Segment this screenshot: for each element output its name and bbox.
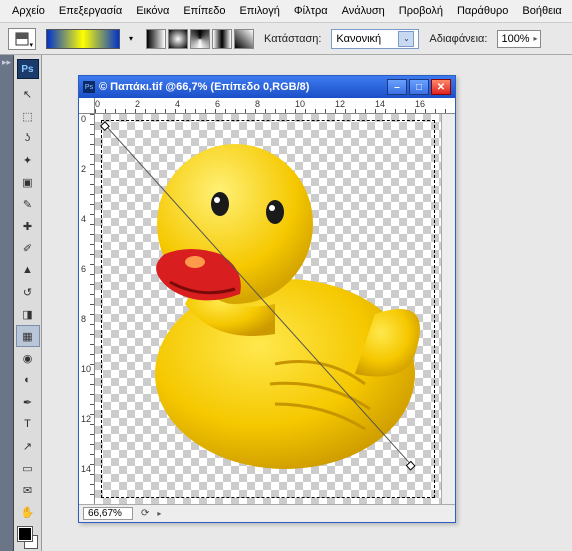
minimize-button[interactable]: – bbox=[387, 79, 407, 95]
ruler-tick: 12 bbox=[335, 99, 345, 109]
pen-tool[interactable]: ✒ bbox=[16, 391, 40, 413]
foreground-swatch[interactable] bbox=[18, 527, 32, 541]
gradient-radial-button[interactable] bbox=[168, 29, 188, 49]
opacity-label: Αδιαφάνεια: bbox=[429, 33, 487, 45]
ruler-tick: 10 bbox=[81, 364, 91, 374]
status-bar: 66,67% ⟳ ▸ bbox=[79, 504, 455, 522]
ruler-tick: 0 bbox=[95, 99, 100, 109]
dodge-tool[interactable]: ◐ bbox=[16, 369, 40, 391]
hand-tool[interactable]: ✋ bbox=[16, 501, 40, 523]
menu-window[interactable]: Παράθυρο bbox=[451, 3, 514, 19]
stamp-tool[interactable]: ▲ bbox=[16, 259, 40, 281]
options-bar: Κατάσταση: Κανονική ⌄ Αδιαφάνεια: 100% ▸ bbox=[0, 23, 572, 55]
gradient-diamond-button[interactable] bbox=[234, 29, 254, 49]
maximize-button[interactable]: □ bbox=[409, 79, 429, 95]
zoom-field[interactable]: 66,67% bbox=[83, 507, 133, 520]
gradient-angle-button[interactable] bbox=[190, 29, 210, 49]
ruler-tick: 8 bbox=[81, 314, 86, 324]
color-swatches[interactable] bbox=[16, 525, 40, 549]
ruler-tick: 6 bbox=[215, 99, 220, 109]
menu-layer[interactable]: Επίπεδο bbox=[177, 3, 231, 19]
menu-edit[interactable]: Επεξεργασία bbox=[53, 3, 128, 19]
path-tool[interactable]: ↗ bbox=[16, 435, 40, 457]
tool-preset-picker[interactable] bbox=[8, 28, 36, 50]
move-tool[interactable]: ↖ bbox=[16, 83, 40, 105]
ruler-tick: 14 bbox=[81, 464, 91, 474]
canvas[interactable] bbox=[95, 114, 441, 504]
arrow-right-icon: ▸ bbox=[533, 34, 537, 43]
ruler-tick: 0 bbox=[81, 114, 86, 124]
brush-tool[interactable]: ✐ bbox=[16, 237, 40, 259]
menu-bar: Αρχείο Επεξεργασία Εικόνα Επίπεδο Επιλογ… bbox=[0, 0, 572, 23]
menu-help[interactable]: Βοήθεια bbox=[516, 3, 567, 19]
eraser-tool[interactable]: ◨ bbox=[16, 303, 40, 325]
document-title: © Παπάκι.tif @66,7% (Επίπεδο 0,RGB/8) bbox=[99, 81, 383, 93]
menu-file[interactable]: Αρχείο bbox=[6, 3, 51, 19]
opacity-value: 100% bbox=[501, 33, 529, 45]
shape-tool[interactable]: ▭ bbox=[16, 457, 40, 479]
blend-mode-value: Κανονική bbox=[336, 33, 381, 45]
ruler-tick: 12 bbox=[81, 414, 91, 424]
menu-select[interactable]: Επιλογή bbox=[233, 3, 285, 19]
titlebar[interactable]: Ps © Παπάκι.tif @66,7% (Επίπεδο 0,RGB/8)… bbox=[79, 76, 455, 98]
gradient-reflected-button[interactable] bbox=[212, 29, 232, 49]
wand-tool[interactable]: ✦ bbox=[16, 149, 40, 171]
chevron-down-icon: ⌄ bbox=[398, 31, 414, 47]
toolbox: Ps ↖ ⬚ ʖ ✦ ▣ ✎ ✚ ✐ ▲ ↺ ◨ ▦ ◉ ◐ ✒ T ↗ ▭ ✉… bbox=[14, 55, 42, 551]
ruler-tick: 10 bbox=[295, 99, 305, 109]
menu-image[interactable]: Εικόνα bbox=[130, 3, 175, 19]
palette-dock[interactable]: ▸▸ bbox=[0, 55, 14, 551]
document-window: Ps © Παπάκι.tif @66,7% (Επίπεδο 0,RGB/8)… bbox=[78, 75, 456, 523]
blend-mode-select[interactable]: Κανονική ⌄ bbox=[331, 29, 419, 49]
blur-tool[interactable]: ◉ bbox=[16, 347, 40, 369]
ruler-tick: 8 bbox=[255, 99, 260, 109]
workspace: Ps © Παπάκι.tif @66,7% (Επίπεδο 0,RGB/8)… bbox=[42, 55, 572, 551]
gradient-linear-button[interactable] bbox=[146, 29, 166, 49]
history-brush-tool[interactable]: ↺ bbox=[16, 281, 40, 303]
ruler-tick: 4 bbox=[175, 99, 180, 109]
mode-label: Κατάσταση: bbox=[264, 33, 321, 45]
scrollbar-vertical[interactable] bbox=[441, 114, 455, 504]
type-tool[interactable]: T bbox=[16, 413, 40, 435]
heal-tool[interactable]: ✚ bbox=[16, 215, 40, 237]
close-button[interactable]: ✕ bbox=[431, 79, 451, 95]
gradient-type-group bbox=[146, 29, 254, 49]
gradient-picker[interactable] bbox=[46, 29, 120, 49]
ruler-tick: 6 bbox=[81, 264, 86, 274]
ruler-tick: 4 bbox=[81, 214, 86, 224]
ruler-horizontal[interactable]: 0 2 4 6 8 10 12 14 16 bbox=[95, 98, 455, 114]
expand-icon: ▸▸ bbox=[0, 55, 13, 70]
document-icon: Ps bbox=[83, 81, 95, 93]
ruler-tick: 2 bbox=[135, 99, 140, 109]
menu-filter[interactable]: Φίλτρα bbox=[288, 3, 334, 19]
refresh-icon[interactable]: ⟳ bbox=[141, 508, 149, 519]
gradient-tool[interactable]: ▦ bbox=[16, 325, 40, 347]
eyedropper-tool[interactable]: ✎ bbox=[16, 193, 40, 215]
ruler-origin[interactable] bbox=[79, 98, 95, 114]
ruler-tick: 16 bbox=[415, 99, 425, 109]
menu-view[interactable]: Προβολή bbox=[393, 3, 449, 19]
ruler-vertical[interactable]: 0 2 4 6 8 10 12 14 bbox=[79, 114, 95, 504]
ruler-tick: 14 bbox=[375, 99, 385, 109]
crop-tool[interactable]: ▣ bbox=[16, 171, 40, 193]
ruler-tick: 2 bbox=[81, 164, 86, 174]
opacity-input[interactable]: 100% ▸ bbox=[497, 30, 541, 48]
notes-tool[interactable]: ✉ bbox=[16, 479, 40, 501]
marquee-tool[interactable]: ⬚ bbox=[16, 105, 40, 127]
menu-analysis[interactable]: Ανάλυση bbox=[336, 3, 391, 19]
status-menu-icon[interactable]: ▸ bbox=[157, 509, 161, 518]
lasso-tool[interactable]: ʖ bbox=[16, 127, 40, 149]
app-logo: Ps bbox=[17, 59, 39, 79]
